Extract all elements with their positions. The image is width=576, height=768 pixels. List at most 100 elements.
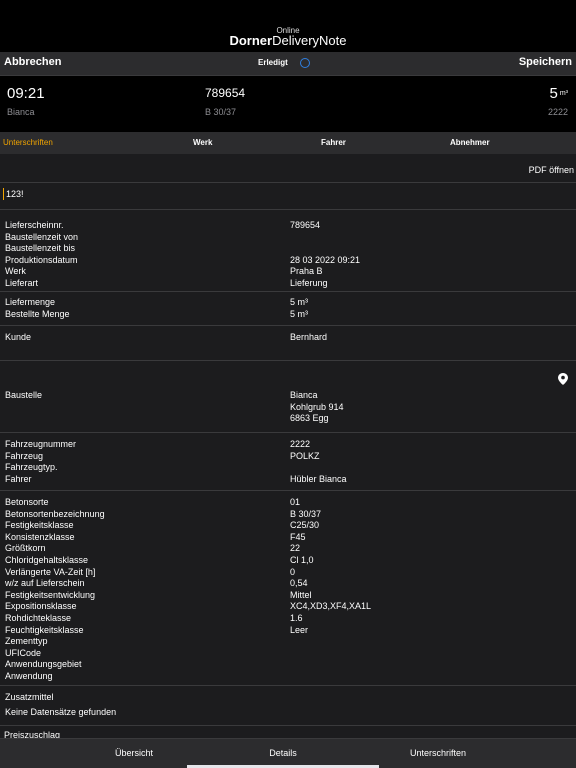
detail-row: Fahrzeugnummer 2222 [0, 439, 576, 451]
detail-row: Feuchtigkeitsklasse Leer [0, 625, 576, 637]
detail-label: Konsistenzklasse [5, 531, 75, 542]
detail-row: Baustelle Bianca [0, 390, 576, 402]
map-pin-icon[interactable] [558, 373, 568, 385]
detail-row: Baustellenzeit von [0, 232, 576, 244]
detail-row: Anwendung [0, 671, 576, 683]
done-label: Erledigt [258, 58, 288, 67]
detail-row: Konsistenzklasse F45 [0, 532, 576, 544]
tab-signatures-bottom[interactable]: Unterschriften [388, 748, 488, 758]
pdf-bar: PDF öffnen [0, 154, 576, 182]
detail-label: Lieferscheinnr. [5, 220, 64, 230]
concrete-sort: B 30/37 [205, 107, 237, 117]
vehicle-number: 2222 [547, 107, 568, 117]
detail-label: Liefermenge [5, 297, 56, 307]
detail-label: Kunde [5, 332, 32, 342]
detail-row: Zementtyp [0, 636, 576, 648]
detail-label: Chloridgehaltsklasse [5, 555, 89, 565]
delivery-time: 09:21 [7, 85, 45, 102]
save-button[interactable]: Speichern [519, 56, 572, 68]
toolbar: Abbrechen Erledigt Speichern [0, 52, 576, 75]
detail-value: POLKZ [290, 450, 320, 461]
tab-recipient[interactable]: Abnehmer [450, 138, 490, 147]
tab-plant[interactable]: Werk [193, 138, 212, 147]
done-radio[interactable] [300, 58, 310, 68]
detail-row: Expositionsklasse XC4,XD3,XF4,XA1L [0, 601, 576, 613]
detail-value: XC4,XD3,XF4,XA1L [290, 601, 372, 612]
detail-value: Cl 1,0 [290, 555, 314, 565]
note-section: 123! [0, 182, 576, 209]
detail-row: Fahrzeugtyp. [0, 462, 576, 474]
detail-label: Fahrer [5, 473, 32, 484]
detail-value: B 30/37 [290, 508, 322, 519]
tab-overview[interactable]: Übersicht [94, 748, 174, 758]
app-title: DornerDeliveryNote [0, 33, 576, 48]
bottom-tab-bar: Übersicht Details Unterschriften [0, 738, 576, 768]
detail-row: w/z auf Lieferschein 0,54 [0, 578, 576, 590]
detail-row: Anwendungsgebiet [0, 659, 576, 671]
detail-label: Größtkorn [5, 543, 46, 554]
detail-value: Praha B [290, 266, 323, 277]
detail-label: Baustellenzeit von [5, 231, 79, 242]
volume-unit: m³ [559, 90, 568, 97]
vehicle-section: Fahrzeugnummer 2222 Fahrzeug POLKZ Fahrzeugt… [0, 432, 576, 490]
detail-value: Bianca [290, 390, 318, 400]
detail-label: Betonsortenbezeichnung [5, 508, 105, 519]
details-content: 123! Lieferscheinnr. 789654 Baustellenzeit… [0, 182, 576, 738]
detail-label: UFICode [5, 647, 42, 658]
concrete-section: Betonsorte 01 Betonsortenbezeichnung B 30/3… [0, 490, 576, 685]
volume-value: 5 [549, 85, 558, 102]
cancel-button[interactable]: Abbrechen [4, 56, 61, 68]
note-input[interactable]: 123! [3, 188, 24, 200]
detail-label: Betonsorte [5, 497, 49, 507]
detail-label: Festigkeitsklasse [5, 520, 74, 531]
detail-value: F45 [290, 531, 306, 542]
detail-value: 789654 [290, 220, 321, 230]
detail-value: 0,54 [290, 578, 308, 589]
detail-row: Betonsortenbezeichnung B 30/37 [0, 509, 576, 521]
detail-value: Lieferung [290, 278, 328, 288]
detail-row: Rohdichteklasse 1.6 [0, 613, 576, 625]
detail-row: Produktionsdatum 28 03 2022 09:21 [0, 255, 576, 267]
tab-driver[interactable]: Fahrer [321, 138, 346, 147]
delivery-summary: 09:21 Bianca 789654 B 30/37 5 m³ 2222 [0, 75, 576, 132]
detail-label: Bestellte Menge [5, 308, 70, 319]
detail-row: Liefermenge 5 m³ [0, 297, 576, 309]
delivery-info-section: Lieferscheinnr. 789654 Baustellenzeit von B… [0, 209, 576, 291]
detail-row: Lieferart Lieferung [0, 278, 576, 290]
detail-value: Hübler Bianca [290, 473, 347, 484]
detail-label: Produktionsdatum [5, 254, 78, 265]
detail-value: 2222 [290, 439, 311, 449]
tab-signatures[interactable]: Unterschriften [3, 138, 53, 147]
detail-value: 28 03 2022 09:21 [290, 254, 361, 265]
site-section: Baustelle Bianca Kohlgrub 914 6863 Egg [0, 360, 576, 432]
detail-row: 6863 Egg [0, 413, 576, 425]
detail-label: Fahrzeugnummer [5, 439, 77, 449]
detail-row: Kunde Bernhard [0, 332, 576, 344]
detail-row: Chloridgehaltsklasse Cl 1,0 [0, 555, 576, 567]
detail-label: w/z auf Lieferschein [5, 578, 85, 589]
detail-label: Fahrzeug [5, 450, 44, 461]
detail-label: Werk [5, 266, 26, 277]
detail-value: Bernhard [290, 332, 328, 342]
tab-details[interactable]: Details [243, 748, 323, 758]
open-pdf-button[interactable]: PDF öffnen [529, 165, 574, 175]
detail-value: C25/30 [290, 520, 320, 531]
detail-row: Verlängerte VA-Zeit [h] 0 [0, 567, 576, 579]
detail-label: Baustelle [5, 390, 43, 400]
detail-row: Fahrer Hübler Bianca [0, 474, 576, 486]
customer-name: Bianca [7, 107, 35, 117]
app-title-product: DeliveryNote [272, 33, 347, 48]
app-title-brand: Dorner [229, 33, 273, 48]
detail-label: Anwendung [5, 671, 53, 681]
detail-label: Verlängerte VA-Zeit [h] [5, 566, 96, 577]
customer-section: Kunde Bernhard [0, 325, 576, 360]
detail-row: UFICode [0, 648, 576, 660]
detail-row: Kohlgrub 914 [0, 402, 576, 414]
detail-value: 0 [290, 566, 296, 577]
detail-value: 5 m³ [290, 308, 308, 319]
additives-empty: Keine Datensätze gefunden [5, 707, 117, 717]
detail-label: Fahrzeugtyp. [5, 462, 58, 473]
detail-value: Leer [290, 624, 309, 635]
detail-label: Rohdichteklasse [5, 613, 72, 623]
detail-label: Expositionsklasse [5, 601, 77, 612]
